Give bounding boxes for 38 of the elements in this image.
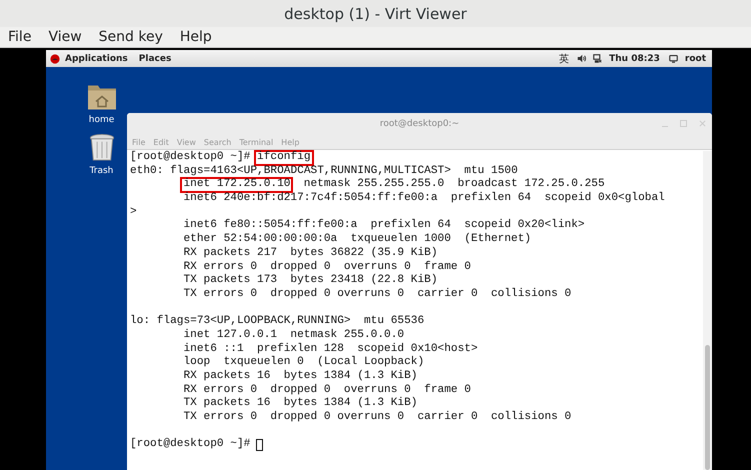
terminal-text: > <box>130 206 137 220</box>
terminal-text: inet6 fe80::5054:ff:fe00:a prefixlen 64 scopeid 0x20<link> <box>183 219 585 232</box>
menu-item[interactable]: View <box>48 29 82 46</box>
menu-item[interactable]: Help <box>180 29 212 46</box>
menu-item[interactable]: Send key <box>98 29 163 46</box>
terminal-text: inet6 ::1 prefixlen 128 scopeid 0x10<host> <box>183 342 478 356</box>
hat-icon <box>50 54 60 64</box>
terminal-text: TX packets 173 bytes 23418 (22.8 KiB) <box>183 274 438 288</box>
terminal-text: eth0: flags=4163<UP,BROADCAST,RUNNING,MULTICAST> mtu 1500 <box>130 164 518 178</box>
terminal-text: TX errors 0 dropped 0 overruns 0 carrier 0 collisions 0 <box>183 288 572 302</box>
terminal-text: TX errors 0 dropped 0 overruns 0 carrier 0 collisions 0 <box>183 411 572 425</box>
network-icon[interactable] <box>593 54 602 63</box>
menu-item[interactable]: File <box>8 29 32 46</box>
terminal-text: RX errors 0 dropped 0 overruns 0 frame 0 <box>183 384 471 396</box>
terminal-text: loop txqueuelen 0 (Local Loopback) <box>183 356 424 370</box>
terminal-text: RX packets 217 bytes 36822 (35.9 KiB) <box>183 246 438 260</box>
terminal-text: ether 52:54:00:00:00:0a txqueuelen 1000 (Ethernet) <box>183 233 532 246</box>
terminal-text: inet 127.0.0.1 netmask 255.0.0.0 <box>183 328 404 342</box>
panel-menu[interactable]: Applications <box>65 54 128 64</box>
desktop-icon-label[interactable]: home <box>88 115 114 125</box>
terminal-text: RX packets 16 bytes 1384 (1.3 KiB) <box>183 370 418 384</box>
terminal-text: [root@desktop0 ~]# <box>130 438 250 452</box>
desktop-icon-label[interactable]: Trash <box>90 166 114 176</box>
terminal-text: netmask 255.255.255.0 broadcast 172.25.0.255 <box>302 178 605 192</box>
scrollbar-thumb[interactable] <box>705 345 710 470</box>
terminal-text: TX packets 16 bytes 1384 (1.3 KiB) <box>183 397 418 410</box>
terminal-text: lo: flags=73<UP,LOOPBACK,RUNNING> mtu 65536 <box>130 315 424 328</box>
panel-menu[interactable]: Places <box>138 54 172 64</box>
input-method-indicator[interactable]: 英 <box>559 52 570 66</box>
terminal-text: inet6 240e:bf:d217:7c4f:5054:ff:fe00:a prefixlen 64 scopeid 0x0<global <box>183 192 665 206</box>
terminal-text: RX errors 0 dropped 0 overruns 0 frame 0 <box>183 260 471 274</box>
terminal-text: [root@desktop0 ~]# <box>130 151 252 164</box>
speaker-icon[interactable] <box>577 54 586 63</box>
clock[interactable]: Thu 08:23 <box>609 54 660 64</box>
terminal-title: root@desktop0:~ <box>380 119 460 129</box>
user-menu[interactable]: root <box>684 54 706 64</box>
highlighted-terminal-text: ifconfig <box>254 150 314 166</box>
window-title: desktop (1) - Virt Viewer <box>284 4 467 23</box>
